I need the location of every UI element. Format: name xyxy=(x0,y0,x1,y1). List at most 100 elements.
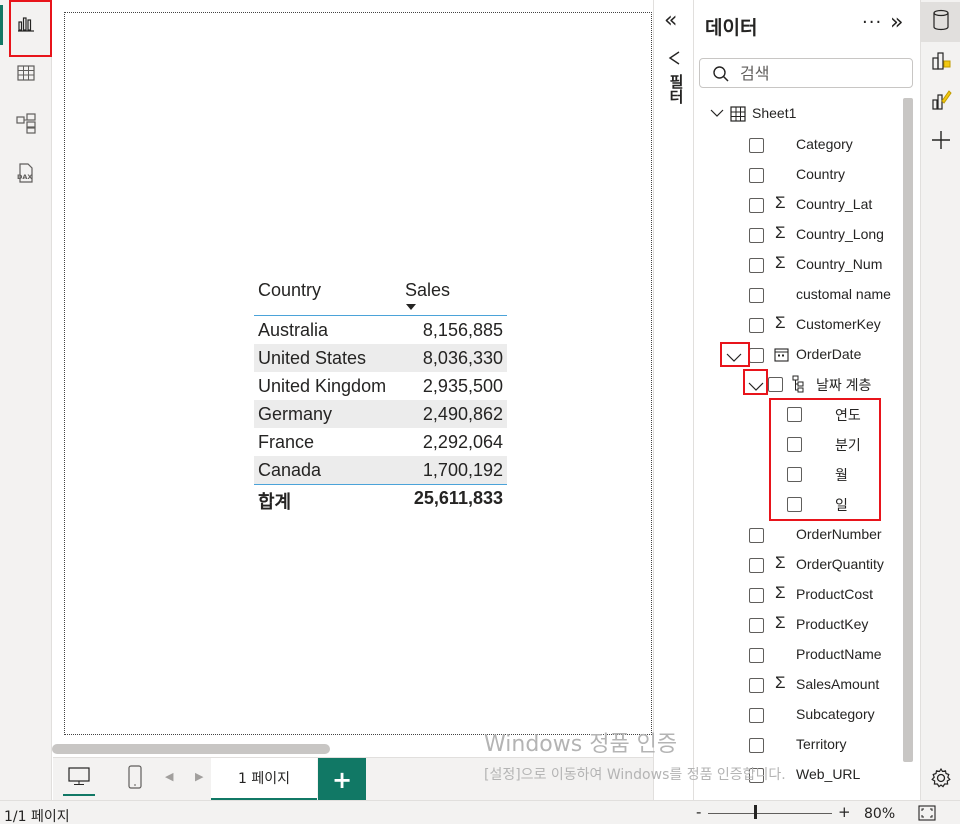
format-visual-icon xyxy=(930,89,952,115)
field-checkbox[interactable] xyxy=(749,738,764,753)
search-input[interactable] xyxy=(740,63,900,83)
dax-icon: DAX xyxy=(15,162,37,188)
field-checkbox[interactable] xyxy=(749,618,764,633)
table-header: Country Sales xyxy=(254,266,507,316)
field-item[interactable]: Σ ProductKey xyxy=(694,610,904,640)
add-pane-button[interactable] xyxy=(921,122,960,162)
desktop-layout-button[interactable] xyxy=(63,762,95,796)
level-label: 분기 xyxy=(835,437,861,453)
table-view-button[interactable] xyxy=(0,55,52,95)
dax-query-view-button[interactable]: DAX xyxy=(0,155,52,195)
level-checkbox[interactable] xyxy=(787,467,802,482)
date-hierarchy-node[interactable]: 날짜 계층 xyxy=(694,369,904,399)
field-label: ProductKey xyxy=(796,616,869,632)
field-item[interactable]: Σ CustomerKey xyxy=(694,310,904,340)
field-item[interactable]: Σ Country_Num xyxy=(694,250,904,280)
data-pane: 데이터 ··· » Sheet1 Category Country xyxy=(694,0,920,800)
field-item[interactable]: Σ Country_Long xyxy=(694,220,904,250)
field-checkbox[interactable] xyxy=(749,528,764,543)
format-visual-button[interactable] xyxy=(921,82,960,122)
field-checkbox[interactable] xyxy=(749,768,764,783)
hierarchy-level-item[interactable]: 월 xyxy=(694,459,904,489)
level-checkbox[interactable] xyxy=(787,437,802,452)
table-row: United Kingdom 2,935,500 xyxy=(254,372,507,400)
field-item[interactable]: ProductName xyxy=(694,640,904,670)
settings-button[interactable] xyxy=(921,760,960,800)
chevron-down-icon[interactable] xyxy=(710,105,724,121)
field-item[interactable]: Territory xyxy=(694,730,904,760)
vertical-scrollbar[interactable] xyxy=(903,98,913,762)
sigma-icon: Σ xyxy=(775,583,786,602)
level-checkbox[interactable] xyxy=(787,497,802,512)
field-item[interactable]: customal name xyxy=(694,280,904,310)
next-page-icon[interactable]: ▶ xyxy=(195,770,203,783)
collapse-pane-icon[interactable]: « xyxy=(664,10,677,32)
cell-sales: 2,292,064 xyxy=(422,432,503,452)
phone-icon xyxy=(126,765,144,793)
table-row: Germany 2,490,862 xyxy=(254,400,507,428)
field-item[interactable]: Country xyxy=(694,160,904,190)
field-label: SalesAmount xyxy=(796,676,880,692)
report-page-canvas[interactable]: Country Sales Australia 8,156,885 United… xyxy=(64,12,652,735)
field-checkbox[interactable] xyxy=(749,198,764,213)
field-checkbox[interactable] xyxy=(749,168,764,183)
field-checkbox[interactable] xyxy=(749,678,764,693)
field-item[interactable]: Σ OrderQuantity xyxy=(694,550,904,580)
field-checkbox[interactable] xyxy=(749,708,764,723)
sigma-icon: Σ xyxy=(775,553,786,572)
report-view-button[interactable] xyxy=(0,5,52,45)
fit-to-page-icon[interactable] xyxy=(918,805,936,824)
expand-pane-icon[interactable]: » xyxy=(890,10,903,35)
field-item[interactable]: OrderNumber xyxy=(694,520,904,550)
zoom-out-button[interactable]: - xyxy=(696,803,701,821)
hierarchy-level-item[interactable]: 연도 xyxy=(694,399,904,429)
field-item-orderdate[interactable]: OrderDate xyxy=(694,340,904,370)
field-item[interactable]: Σ Country_Lat xyxy=(694,190,904,220)
sigma-icon: Σ xyxy=(775,193,786,212)
field-item[interactable]: Category xyxy=(694,130,904,160)
level-checkbox[interactable] xyxy=(787,407,802,422)
svg-text:DAX: DAX xyxy=(17,173,32,181)
page-tab-1[interactable]: 1 페이지 xyxy=(211,758,317,801)
field-label: Country xyxy=(796,166,846,182)
hierarchy-checkbox[interactable] xyxy=(768,377,783,392)
chevron-down-icon[interactable] xyxy=(748,378,764,394)
field-checkbox[interactable] xyxy=(749,258,764,273)
field-checkbox[interactable] xyxy=(749,558,764,573)
prev-page-icon[interactable]: ◀ xyxy=(165,770,173,783)
table-visual[interactable]: Country Sales Australia 8,156,885 United… xyxy=(254,266,507,512)
data-pane-button[interactable] xyxy=(921,2,960,42)
more-options-icon[interactable]: ··· xyxy=(862,12,882,33)
field-checkbox[interactable] xyxy=(749,348,764,363)
field-item[interactable]: Σ ProductCost xyxy=(694,580,904,610)
field-label: Category xyxy=(796,136,853,152)
cell-sales: 2,490,862 xyxy=(422,404,503,424)
field-item[interactable]: Σ SalesAmount xyxy=(694,670,904,700)
hierarchy-level-item[interactable]: 분기 xyxy=(694,429,904,459)
field-checkbox[interactable] xyxy=(749,228,764,243)
zoom-slider-track[interactable] xyxy=(708,813,832,814)
mobile-layout-button[interactable] xyxy=(119,762,151,796)
field-item[interactable]: Web_URL xyxy=(694,760,904,790)
field-checkbox[interactable] xyxy=(749,288,764,303)
build-visual-button[interactable] xyxy=(921,42,960,82)
field-item[interactable]: Subcategory xyxy=(694,700,904,730)
field-checkbox[interactable] xyxy=(749,648,764,663)
field-checkbox[interactable] xyxy=(749,138,764,153)
horizontal-scrollbar[interactable] xyxy=(52,744,330,754)
column-header-sales[interactable]: Sales xyxy=(405,280,450,301)
zoom-level-text[interactable]: 80% xyxy=(864,806,895,822)
zoom-in-button[interactable]: + xyxy=(838,803,851,821)
field-checkbox[interactable] xyxy=(749,588,764,603)
field-checkbox[interactable] xyxy=(749,318,764,333)
cell-country: United States xyxy=(258,348,367,368)
model-view-button[interactable] xyxy=(0,105,52,145)
filters-label[interactable]: 필터 xyxy=(666,74,687,104)
zoom-slider-thumb[interactable] xyxy=(754,805,757,819)
chevron-down-icon[interactable] xyxy=(726,349,742,365)
table-node-sheet1[interactable]: Sheet1 xyxy=(694,99,904,129)
column-header-country[interactable]: Country xyxy=(258,280,321,301)
hierarchy-level-item[interactable]: 일 xyxy=(694,489,904,519)
sigma-icon: Σ xyxy=(775,253,786,272)
add-page-button[interactable]: + xyxy=(318,758,366,801)
